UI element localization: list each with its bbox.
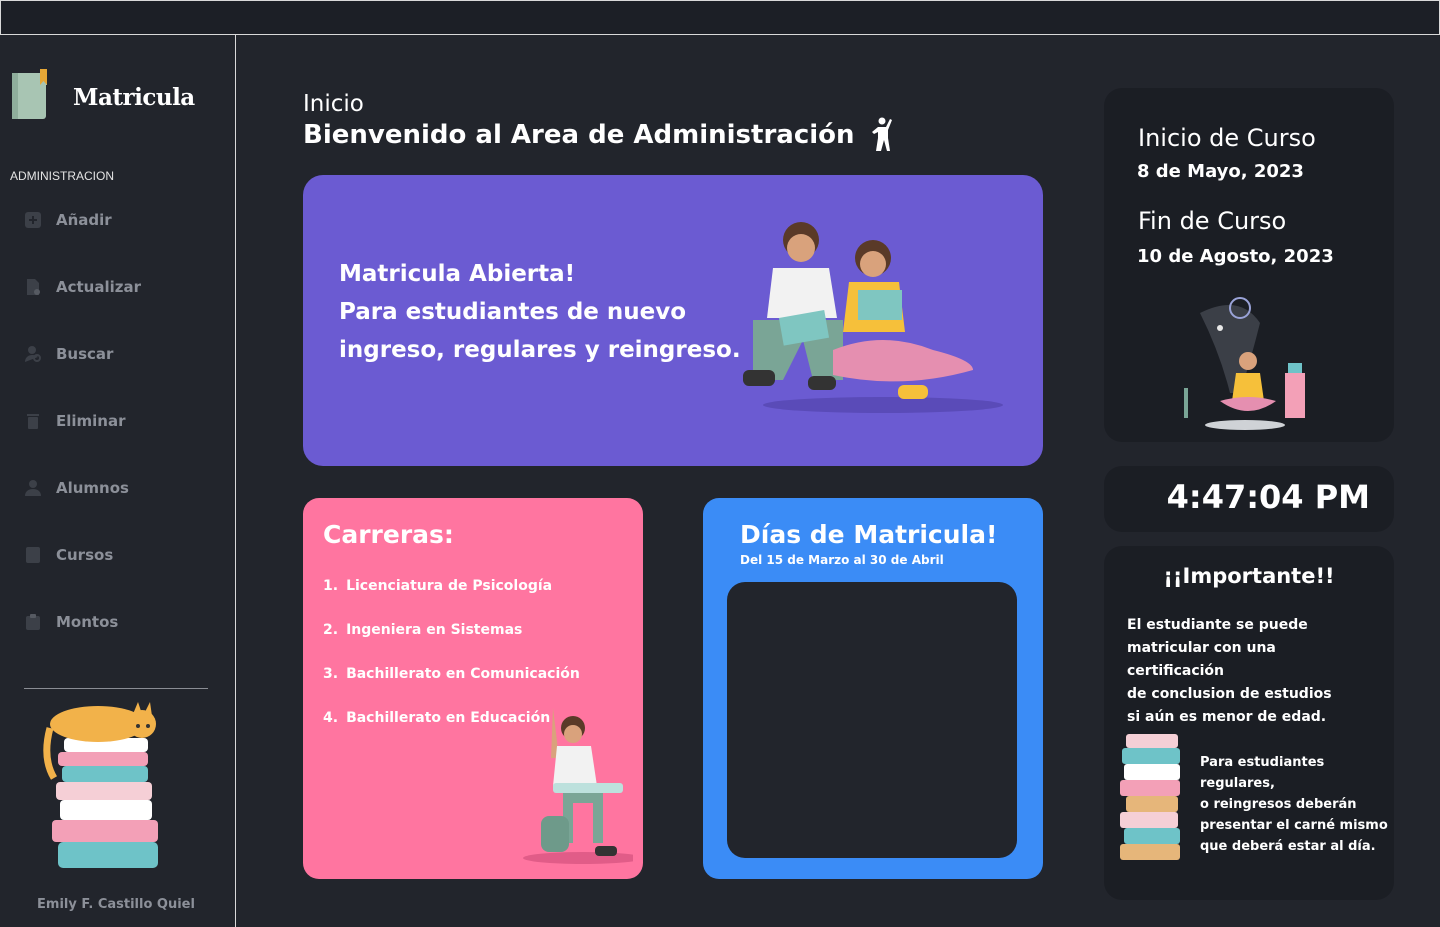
enrollment-days-range: Del 15 de Marzo al 30 de Abril bbox=[740, 553, 944, 567]
author-credit: Emily F. Castillo Quiel bbox=[37, 897, 195, 912]
course-start-date: 8 de Mayo, 2023 bbox=[1137, 161, 1304, 182]
career-label: Ingeniera en Sistemas bbox=[346, 622, 523, 638]
trash-icon bbox=[27, 414, 39, 429]
top-bar bbox=[0, 0, 1440, 35]
list-number: 2. bbox=[323, 622, 339, 638]
career-label: Bachillerato en Comunicación bbox=[346, 666, 580, 682]
sidebar-item-buscar[interactable]: Buscar bbox=[24, 339, 113, 369]
enrollment-banner: Matricula Abierta! Para estudiantes de n… bbox=[303, 175, 1043, 466]
meditating-student-illustration bbox=[1184, 297, 1305, 430]
banner-text: Matricula Abierta! Para estudiantes de n… bbox=[339, 255, 741, 369]
course-dates-card: Inicio de Curso 8 de Mayo, 2023 Fin de C… bbox=[1104, 88, 1394, 442]
section-label: ADMINISTRACION bbox=[10, 169, 115, 183]
book-icon bbox=[26, 547, 40, 563]
student-raising-hand-illustration bbox=[523, 708, 633, 864]
clock-time: 4:47:04 PM bbox=[1166, 478, 1370, 516]
page-title-text: Bienvenido al Area de Administración bbox=[303, 120, 855, 150]
list-number: 4. bbox=[323, 710, 339, 726]
clock-card: 4:47:04 PM bbox=[1104, 466, 1394, 532]
search-user-icon bbox=[25, 346, 41, 362]
course-end-label: Fin de Curso bbox=[1138, 207, 1287, 235]
note-line: que deberá estar al día. bbox=[1200, 839, 1376, 854]
sidebar: Matricula ADMINISTRACION Añadir Actualiz… bbox=[0, 35, 236, 927]
sidebar-item-label: Añadir bbox=[56, 211, 112, 229]
enrollment-days-title: Días de Matricula! bbox=[740, 520, 998, 549]
important-note-regulars: Para estudiantes regulares, o reingresos… bbox=[1200, 752, 1392, 857]
careers-card: Carreras: 1. Licenciatura de Psicología 2… bbox=[303, 498, 643, 879]
clipboard-icon bbox=[26, 614, 40, 630]
brand-title: Matricula bbox=[73, 84, 195, 111]
note-line: El estudiante se puede bbox=[1127, 617, 1308, 633]
update-document-icon bbox=[27, 279, 40, 295]
sidebar-item-label: Actualizar bbox=[56, 278, 142, 296]
important-notice-card: ¡¡Importante!! El estudiante se puede ma… bbox=[1104, 546, 1394, 900]
cat-on-books-illustration bbox=[43, 702, 158, 868]
sidebar-item-label: Montos bbox=[56, 613, 119, 631]
note-line: Para estudiantes regulares, bbox=[1200, 755, 1325, 791]
page-title: Bienvenido al Area de Administración bbox=[303, 117, 895, 153]
sidebar-item-actualizar[interactable]: Actualizar bbox=[24, 272, 141, 302]
list-item: 3. Bachillerato en Comunicación bbox=[323, 666, 580, 710]
calendar-panel[interactable] bbox=[727, 582, 1017, 858]
sidebar-item-alumnos[interactable]: Alumnos bbox=[24, 473, 129, 503]
book-logo-icon bbox=[12, 69, 47, 119]
list-number: 3. bbox=[323, 666, 339, 682]
sidebar-item-cursos[interactable]: Cursos bbox=[24, 540, 113, 570]
user-icon bbox=[25, 480, 41, 496]
sidebar-item-label: Eliminar bbox=[56, 412, 126, 430]
note-line: de conclusion de estudios bbox=[1127, 686, 1332, 702]
note-line: si aún es menor de edad. bbox=[1127, 709, 1327, 725]
students-reading-illustration bbox=[743, 222, 1003, 413]
note-line: o reingresos deberán bbox=[1200, 797, 1357, 812]
note-line: presentar el carné mismo bbox=[1200, 818, 1388, 833]
note-line: matricular con una certificación bbox=[1127, 640, 1276, 679]
banner-line: Para estudiantes de nuevo bbox=[339, 299, 687, 325]
sidebar-item-label: Cursos bbox=[56, 546, 114, 564]
enrollment-days-card: Días de Matricula! Del 15 de Marzo al 30… bbox=[703, 498, 1043, 879]
banner-headline: Matricula Abierta! bbox=[339, 261, 576, 287]
sidebar-item-label: Alumnos bbox=[56, 479, 129, 497]
important-title: ¡¡Importante!! bbox=[1163, 564, 1335, 588]
list-item: 1. Licenciatura de Psicología bbox=[323, 578, 580, 622]
sidebar-item-anadir[interactable]: Añadir bbox=[24, 205, 112, 235]
list-item: 2. Ingeniera en Sistemas bbox=[323, 622, 580, 666]
course-start-label: Inicio de Curso bbox=[1138, 124, 1316, 152]
add-icon bbox=[25, 212, 41, 228]
breadcrumb: Inicio bbox=[303, 91, 364, 117]
person-waving-icon bbox=[871, 117, 892, 151]
sidebar-item-label: Buscar bbox=[56, 345, 114, 363]
career-label: Licenciatura de Psicología bbox=[346, 578, 553, 594]
important-note-minors: El estudiante se puede matricular con un… bbox=[1127, 614, 1377, 729]
list-number: 1. bbox=[323, 578, 339, 594]
banner-line: ingreso, regulares y reingreso. bbox=[339, 337, 741, 363]
sidebar-item-montos[interactable]: Montos bbox=[24, 607, 118, 637]
sidebar-divider bbox=[24, 688, 208, 689]
course-end-date: 10 de Agosto, 2023 bbox=[1137, 246, 1334, 267]
sidebar-item-eliminar[interactable]: Eliminar bbox=[24, 406, 126, 436]
book-stack-illustration bbox=[1120, 734, 1180, 860]
careers-title: Carreras: bbox=[323, 520, 454, 549]
